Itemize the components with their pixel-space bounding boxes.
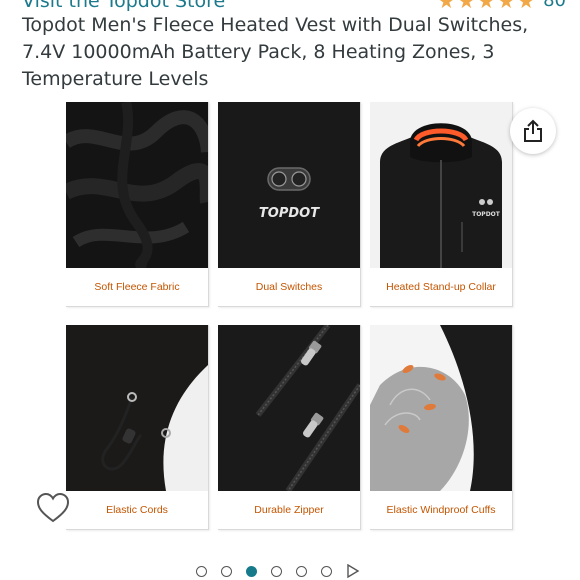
gallery-card-collar[interactable]: TOPDOT Heated Stand-up Collar (370, 102, 513, 307)
gallery-card-switches[interactable]: TOPDOT Dual Switches (218, 102, 361, 307)
caption-soft-fleece: Soft Fleece Fabric (94, 281, 180, 293)
heart-icon (36, 492, 70, 523)
carousel-dot[interactable] (321, 565, 332, 577)
caption-dual-switches: Dual Switches (255, 281, 323, 293)
rating-stars[interactable]: ★ ★ ★ ★ ★ 80 (437, 0, 566, 11)
carousel-indicators (196, 564, 360, 578)
gallery-card-cords[interactable]: Elastic Cords (66, 325, 209, 530)
star-icon: ★ (437, 0, 456, 13)
visit-store-link[interactable]: Visit the Topdot Store (22, 0, 225, 12)
caption-elastic-cords: Elastic Cords (106, 504, 168, 516)
gallery-card-fleece[interactable]: Soft Fleece Fabric (66, 102, 209, 307)
collar-logo-text: TOPDOT (472, 211, 501, 218)
share-button[interactable] (510, 108, 556, 154)
carousel-dot-active[interactable] (246, 565, 257, 577)
cords-image (66, 325, 208, 491)
caption-windproof-cuffs: Elastic Windproof Cuffs (386, 504, 496, 516)
rating-count[interactable]: 80 (543, 0, 566, 11)
star-icon: ★ (477, 0, 496, 13)
switches-logo-text: TOPDOT (259, 206, 320, 221)
gallery-card-cuffs[interactable]: Elastic Windproof Cuffs (370, 325, 513, 530)
carousel-dot[interactable] (271, 565, 282, 577)
product-image-grid: Soft Fleece Fabric TOPDOT Dual Switches (66, 102, 513, 530)
carousel-dot[interactable] (221, 565, 232, 577)
fleece-image (66, 102, 208, 268)
product-title: Topdot Men's Fleece Heated Vest with Dua… (22, 14, 529, 90)
carousel-dot[interactable] (296, 565, 307, 577)
star-icon: ★ (457, 0, 476, 13)
wishlist-button[interactable] (36, 492, 70, 526)
cuffs-image (370, 325, 512, 491)
switches-image: TOPDOT (218, 102, 360, 268)
caption-durable-zipper: Durable Zipper (254, 504, 324, 516)
gallery-card-zipper[interactable]: Durable Zipper (218, 325, 361, 530)
caption-heated-collar: Heated Stand-up Collar (386, 281, 496, 293)
play-icon[interactable] (346, 564, 360, 578)
star-icon: ★ (497, 0, 516, 13)
carousel-dot[interactable] (196, 565, 207, 577)
share-icon (524, 119, 542, 142)
collar-image: TOPDOT (370, 102, 512, 268)
half-star-icon: ★ (517, 0, 536, 13)
zipper-image (218, 325, 360, 491)
